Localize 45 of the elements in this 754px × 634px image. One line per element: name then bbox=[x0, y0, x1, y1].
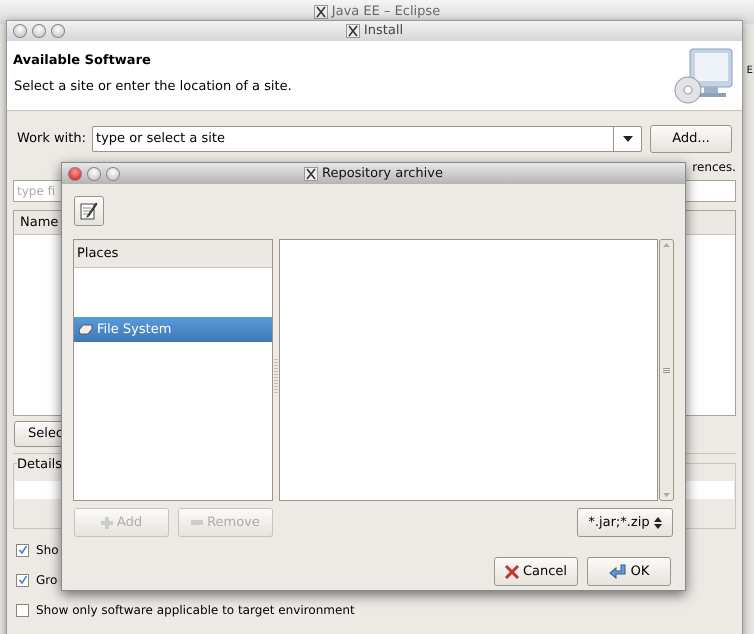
updown-arrow-icon bbox=[654, 516, 662, 528]
add-site-button[interactable]: Add... bbox=[650, 125, 732, 153]
place-label: File System bbox=[97, 320, 172, 339]
places-header[interactable]: Places bbox=[74, 240, 272, 268]
checkbox-label: Show only software applicable to target environment bbox=[36, 602, 355, 619]
checkbox-label: Gro bbox=[36, 572, 58, 589]
site-combo-value: type or select a site bbox=[95, 130, 226, 148]
column-header[interactable]: Name bbox=[20, 212, 58, 232]
maximize-button[interactable] bbox=[51, 24, 65, 38]
dropdown-arrow-icon bbox=[622, 136, 632, 142]
scroll-up-icon bbox=[663, 243, 670, 247]
minimize-button[interactable] bbox=[32, 24, 46, 38]
x-window-icon bbox=[304, 166, 318, 180]
checkbox[interactable] bbox=[16, 604, 29, 616]
minimize-button[interactable] bbox=[87, 166, 101, 180]
checkbox[interactable] bbox=[16, 544, 29, 556]
plus-icon bbox=[100, 516, 113, 528]
close-button[interactable] bbox=[13, 24, 27, 38]
cancel-button[interactable]: Cancel bbox=[494, 557, 578, 586]
checkbox-label: Sho bbox=[36, 542, 59, 559]
scroll-grip-icon bbox=[663, 368, 670, 372]
drive-icon bbox=[78, 324, 93, 335]
work-with-label: Work with: bbox=[17, 130, 86, 148]
window-title: Repository archive bbox=[322, 164, 443, 183]
close-button[interactable] bbox=[68, 166, 82, 180]
scroll-down-icon bbox=[663, 493, 670, 497]
x-window-icon bbox=[346, 24, 360, 38]
scrollbar[interactable] bbox=[659, 239, 674, 501]
place-item[interactable]: File System bbox=[74, 317, 272, 342]
toolbar-text: E bbox=[746, 64, 753, 78]
header-title: Available Software bbox=[13, 52, 152, 70]
edit-note-icon bbox=[79, 201, 99, 221]
window-title: Install bbox=[364, 22, 404, 40]
preferences-note: rences. bbox=[692, 159, 736, 176]
edit-location-button[interactable] bbox=[74, 196, 104, 226]
header-subtitle: Select a site or enter the location of a site. bbox=[13, 78, 292, 96]
cancel-x-icon bbox=[504, 564, 519, 578]
return-arrow-icon bbox=[608, 564, 627, 580]
window-title: Java EE – Eclipse bbox=[332, 3, 440, 22]
ok-button[interactable]: OK bbox=[587, 557, 671, 586]
maximize-button[interactable] bbox=[106, 166, 120, 180]
file-type-combo[interactable]: *.jar;*.zip bbox=[577, 508, 673, 537]
checkbox[interactable] bbox=[16, 574, 29, 586]
site-combo[interactable]: type or select a site bbox=[92, 126, 642, 152]
minus-icon bbox=[191, 520, 204, 525]
